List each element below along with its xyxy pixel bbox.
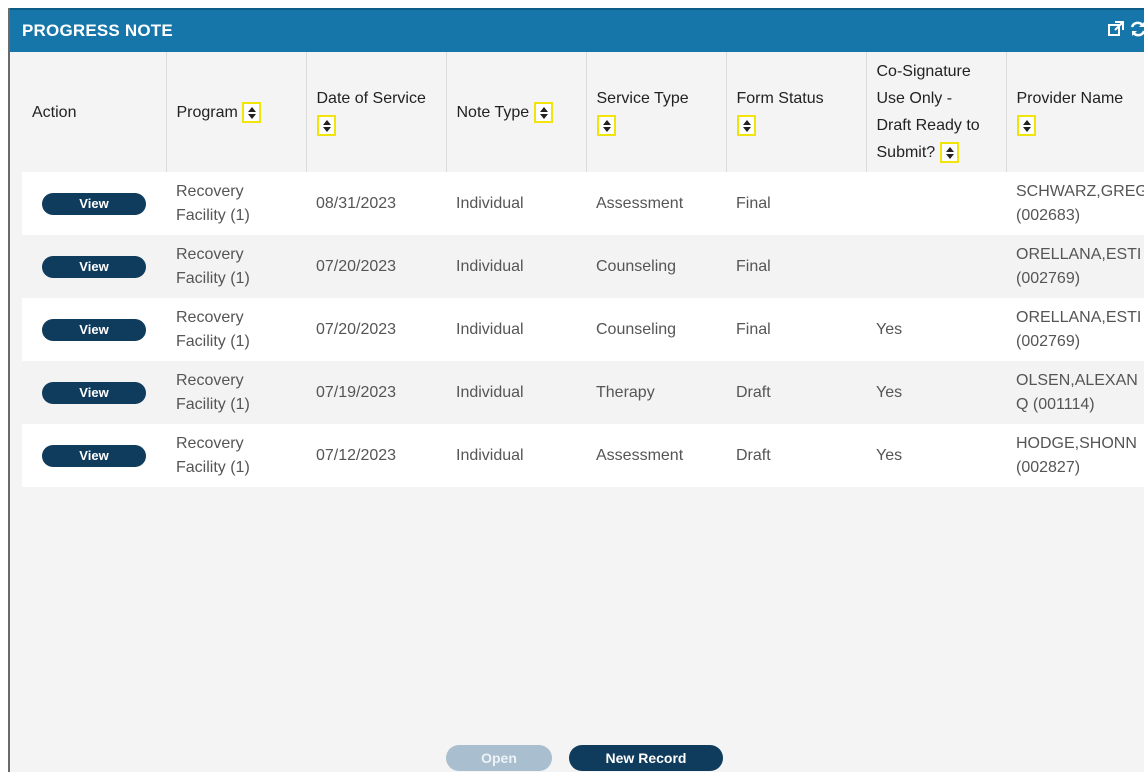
- external-link-icon[interactable]: [1107, 20, 1125, 38]
- cell-service-type: Therapy: [586, 361, 726, 424]
- progress-note-panel: PROGRESS NOTE Action Program Date of Ser…: [8, 8, 1144, 772]
- cell-cosign: [866, 172, 1006, 235]
- table-row: View Recovery Facility (1) 07/19/2023 Ind…: [22, 361, 1144, 424]
- cell-form-status: Draft: [726, 361, 866, 424]
- cell-note-type: Individual: [446, 172, 586, 235]
- cell-program: Recovery Facility (1): [166, 424, 306, 487]
- panel-title: PROGRESS NOTE: [22, 21, 173, 40]
- progress-note-table: Action Program Date of Service Note Type…: [22, 52, 1144, 487]
- cell-cosign: Yes: [866, 298, 1006, 361]
- view-button[interactable]: View: [42, 255, 146, 278]
- table-row: View Recovery Facility (1) 07/20/2023 Ind…: [22, 235, 1144, 298]
- cell-cosign: Yes: [866, 424, 1006, 487]
- open-button[interactable]: Open: [446, 745, 552, 771]
- cell-program: Recovery Facility (1): [166, 361, 306, 424]
- table-row: View Recovery Facility (1) 08/31/2023 Ind…: [22, 172, 1144, 235]
- header-date-of-service[interactable]: Date of Service: [306, 52, 447, 172]
- sort-icon[interactable]: [242, 101, 262, 123]
- sort-icon[interactable]: [316, 115, 336, 137]
- cell-provider: ORELLANA,ESTI (002769): [1006, 235, 1144, 298]
- cell-note-type: Individual: [446, 298, 586, 361]
- cell-date: 07/20/2023: [306, 298, 446, 361]
- cell-cosign: [866, 235, 1006, 298]
- cell-service-type: Counseling: [586, 235, 726, 298]
- new-record-button[interactable]: New Record: [569, 745, 723, 771]
- header-cosign[interactable]: Co-Signature Use Only - Draft Ready to S…: [866, 52, 1007, 172]
- cell-program: Recovery Facility (1): [166, 172, 306, 235]
- sort-icon[interactable]: [736, 115, 756, 137]
- view-button[interactable]: View: [42, 192, 146, 215]
- cell-service-type: Assessment: [586, 172, 726, 235]
- header-form-status[interactable]: Form Status: [726, 52, 867, 172]
- view-button[interactable]: View: [42, 444, 146, 467]
- cell-note-type: Individual: [446, 235, 586, 298]
- cell-form-status: Final: [726, 298, 866, 361]
- header-service-type[interactable]: Service Type: [586, 52, 727, 172]
- sort-icon[interactable]: [596, 115, 616, 137]
- cell-form-status: Final: [726, 235, 866, 298]
- cell-form-status: Final: [726, 172, 866, 235]
- cell-action: View: [22, 298, 166, 361]
- cell-action: View: [22, 361, 166, 424]
- cell-service-type: Counseling: [586, 298, 726, 361]
- cell-provider: SCHWARZ,GREG (002683): [1006, 172, 1144, 235]
- cell-date: 07/12/2023: [306, 424, 446, 487]
- cell-note-type: Individual: [446, 361, 586, 424]
- header-provider-name[interactable]: Provider Name: [1006, 52, 1144, 172]
- table-row: View Recovery Facility (1) 07/12/2023 Ind…: [22, 424, 1144, 487]
- sort-icon[interactable]: [1016, 115, 1036, 137]
- cell-service-type: Assessment: [586, 424, 726, 487]
- sort-icon[interactable]: [533, 101, 553, 123]
- cell-action: View: [22, 235, 166, 298]
- table-row: View Recovery Facility (1) 07/20/2023 Ind…: [22, 298, 1144, 361]
- cell-program: Recovery Facility (1): [166, 298, 306, 361]
- cell-program: Recovery Facility (1): [166, 235, 306, 298]
- sort-icon[interactable]: [939, 142, 959, 164]
- panel-header: PROGRESS NOTE: [10, 8, 1144, 52]
- cell-cosign: Yes: [866, 361, 1006, 424]
- cell-date: 07/20/2023: [306, 235, 446, 298]
- refresh-icon[interactable]: [1129, 20, 1144, 38]
- cell-provider: ORELLANA,ESTI (002769): [1006, 298, 1144, 361]
- table-header-row: Action Program Date of Service Note Type…: [22, 52, 1144, 172]
- cell-action: View: [22, 172, 166, 235]
- view-button[interactable]: View: [42, 318, 146, 341]
- cell-form-status: Draft: [726, 424, 866, 487]
- cell-date: 07/19/2023: [306, 361, 446, 424]
- header-action: Action: [22, 52, 167, 172]
- header-note-type[interactable]: Note Type: [446, 52, 587, 172]
- cell-note-type: Individual: [446, 424, 586, 487]
- header-program[interactable]: Program: [166, 52, 307, 172]
- cell-provider: OLSEN,ALEXAN Q (001114): [1006, 361, 1144, 424]
- view-button[interactable]: View: [42, 381, 146, 404]
- cell-action: View: [22, 424, 166, 487]
- cell-date: 08/31/2023: [306, 172, 446, 235]
- cell-provider: HODGE,SHONN (002827): [1006, 424, 1144, 487]
